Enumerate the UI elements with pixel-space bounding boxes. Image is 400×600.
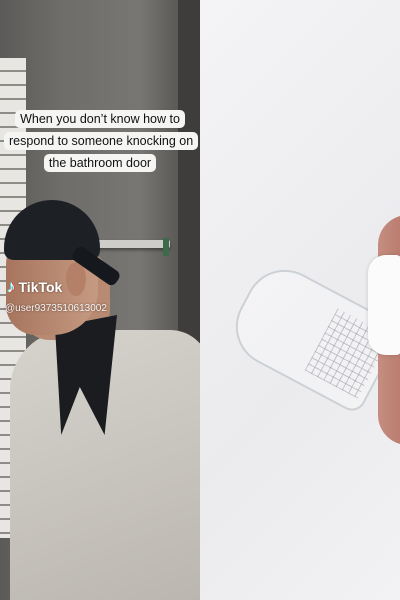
caption-text: When you don’t know how to respond to so… bbox=[4, 110, 199, 172]
tiktok-watermark: ♪ TikTok bbox=[7, 277, 62, 297]
watermark-username: @user9373510613002 bbox=[5, 303, 107, 314]
tiktok-logo-text: TikTok bbox=[18, 279, 63, 295]
video-caption: When you don’t know how to respond to so… bbox=[4, 108, 199, 174]
door-handle-end bbox=[163, 238, 169, 256]
door-handle bbox=[92, 240, 170, 248]
fingernail bbox=[368, 255, 400, 355]
left-video-panel: When you don’t know how to respond to so… bbox=[0, 0, 200, 600]
tiktok-logo-icon: ♪ bbox=[7, 277, 16, 296]
